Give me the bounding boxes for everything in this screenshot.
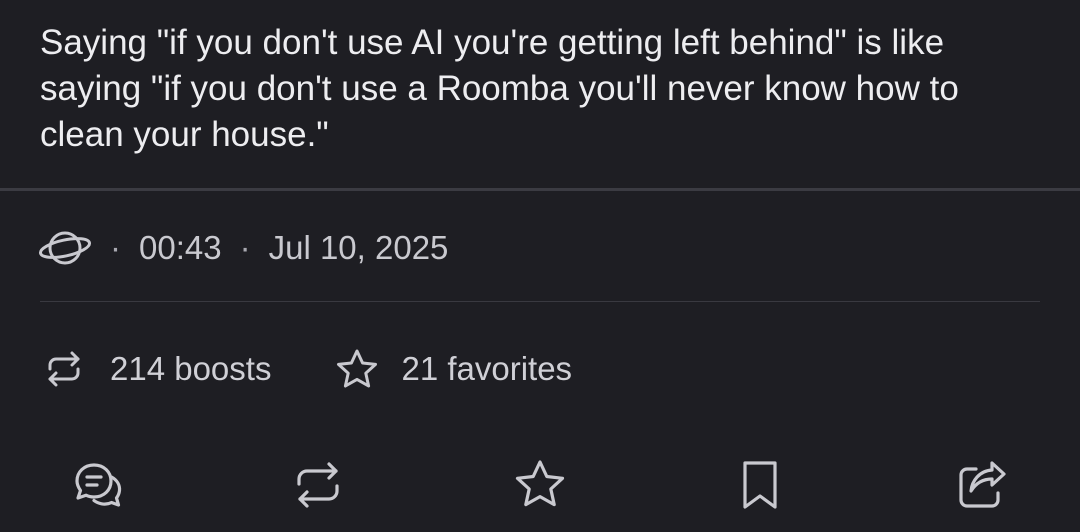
post-time[interactable]: 00:43	[139, 229, 222, 267]
post-date[interactable]: Jul 10, 2025	[269, 229, 449, 267]
action-bar	[0, 455, 1080, 515]
reply-icon	[70, 457, 126, 513]
favorites-count: 21 favorites	[401, 350, 573, 387]
boost-icon	[290, 457, 346, 513]
favorites-stat[interactable]: 21 favorites	[335, 348, 572, 390]
favorite-button[interactable]	[510, 455, 570, 515]
boosts-count: 214 boosts	[110, 350, 272, 387]
post-content: Saying "if you don't use AI you're getti…	[40, 23, 959, 154]
boosts-stat[interactable]: 214 boosts	[40, 349, 271, 389]
post-stats: 214 boosts 21 favorites	[40, 346, 572, 392]
star-icon	[335, 348, 379, 390]
meta-separator: ·	[110, 229, 121, 266]
boost-button[interactable]	[288, 455, 348, 515]
content-divider	[0, 188, 1080, 191]
reply-button[interactable]	[68, 455, 128, 515]
meta-divider	[40, 301, 1040, 302]
post-meta: · 00:43 · Jul 10, 2025	[38, 226, 448, 270]
bookmark-icon	[732, 457, 788, 513]
meta-separator: ·	[239, 229, 251, 266]
share-button[interactable]	[952, 455, 1012, 515]
bookmark-button[interactable]	[730, 455, 790, 515]
star-icon	[512, 457, 568, 513]
globe-icon[interactable]	[38, 226, 92, 270]
share-icon	[954, 457, 1010, 513]
boost-icon	[40, 349, 88, 389]
